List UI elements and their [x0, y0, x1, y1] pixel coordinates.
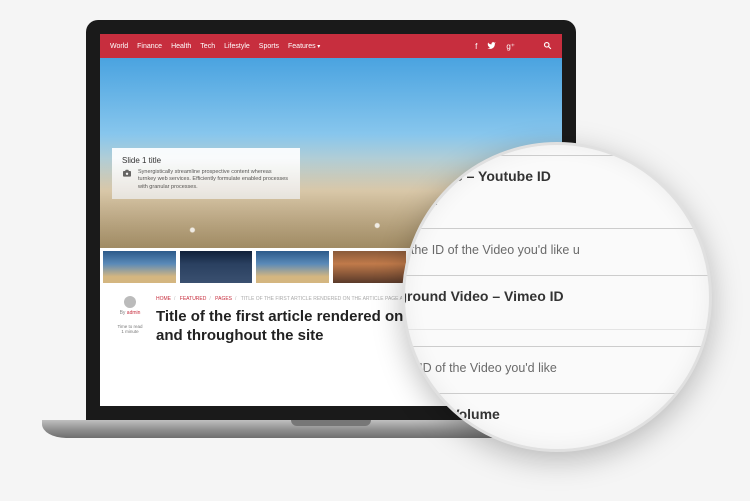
field-volume: round Video Volume: [402, 393, 712, 442]
nav-menu: World Finance Health Tech Lifestyle Spor…: [110, 43, 320, 50]
crumb-home[interactable]: HOME: [156, 296, 171, 302]
help-youtube: Provide the ID of the Video you'd like u: [402, 237, 712, 263]
nav-item-tech[interactable]: Tech: [200, 43, 215, 50]
help-vimeo: ovide the ID of the Video you'd like: [402, 355, 712, 381]
laptop-notch: [291, 420, 371, 426]
field-vimeo-help: ovide the ID of the Video you'd like: [402, 346, 712, 393]
nav-item-world[interactable]: World: [110, 43, 128, 50]
by-label: By: [120, 310, 126, 316]
ttr-value: 1 minute: [114, 329, 146, 334]
slide-description: Synergistically streamline prospective c…: [138, 169, 290, 191]
field-youtube-help: Provide the ID of the Video you'd like u: [402, 228, 712, 275]
crumb-pages[interactable]: PAGES: [215, 296, 232, 302]
top-navbar: World Finance Health Tech Lifestyle Spor…: [100, 34, 562, 58]
label-youtube: kground Video – Youtube ID: [402, 164, 712, 192]
author-avatar-icon: [124, 296, 136, 308]
slide-title: Slide 1 title: [122, 156, 290, 165]
thumbnail[interactable]: [179, 250, 254, 284]
nav-item-health[interactable]: Health: [171, 43, 191, 50]
slide-caption-card: Slide 1 title Synergistically streamline…: [112, 148, 300, 199]
author-link[interactable]: admin: [127, 310, 141, 316]
nav-item-sports[interactable]: Sports: [259, 43, 279, 50]
magnified-settings-panel: ded pixel dimens kground Video – Youtube…: [402, 142, 712, 442]
twitter-icon[interactable]: [487, 41, 496, 52]
field-youtube: kground Video – Youtube ID wbvpOIIBQA: [402, 155, 712, 228]
article-meta: By admin Time to read 1 minute: [114, 296, 146, 346]
time-to-read: Time to read 1 minute: [114, 324, 146, 335]
nav-item-lifestyle[interactable]: Lifestyle: [224, 43, 250, 50]
facebook-icon[interactable]: f: [475, 42, 477, 51]
nav-item-features[interactable]: Features: [288, 43, 320, 50]
thumbnail[interactable]: [255, 250, 330, 284]
byline: By admin: [114, 310, 146, 316]
thumbnail[interactable]: [102, 250, 177, 284]
crumb-featured[interactable]: FEATURED: [180, 296, 207, 302]
camera-icon: [122, 169, 132, 179]
thumbnail[interactable]: [332, 250, 407, 284]
label-volume: round Video Volume: [402, 402, 712, 430]
magnifier-lens: ded pixel dimens kground Video – Youtube…: [402, 142, 712, 452]
field-vimeo: Background Video – Vimeo ID: [402, 275, 712, 346]
social-icons: f g⁺: [475, 41, 552, 52]
input-vimeo[interactable]: [402, 312, 712, 330]
label-vimeo: Background Video – Vimeo ID: [402, 284, 712, 312]
nav-item-finance[interactable]: Finance: [137, 43, 162, 50]
search-icon[interactable]: [543, 41, 552, 52]
google-plus-icon[interactable]: g⁺: [506, 42, 515, 51]
value-youtube[interactable]: wbvpOIIBQA: [402, 192, 712, 216]
